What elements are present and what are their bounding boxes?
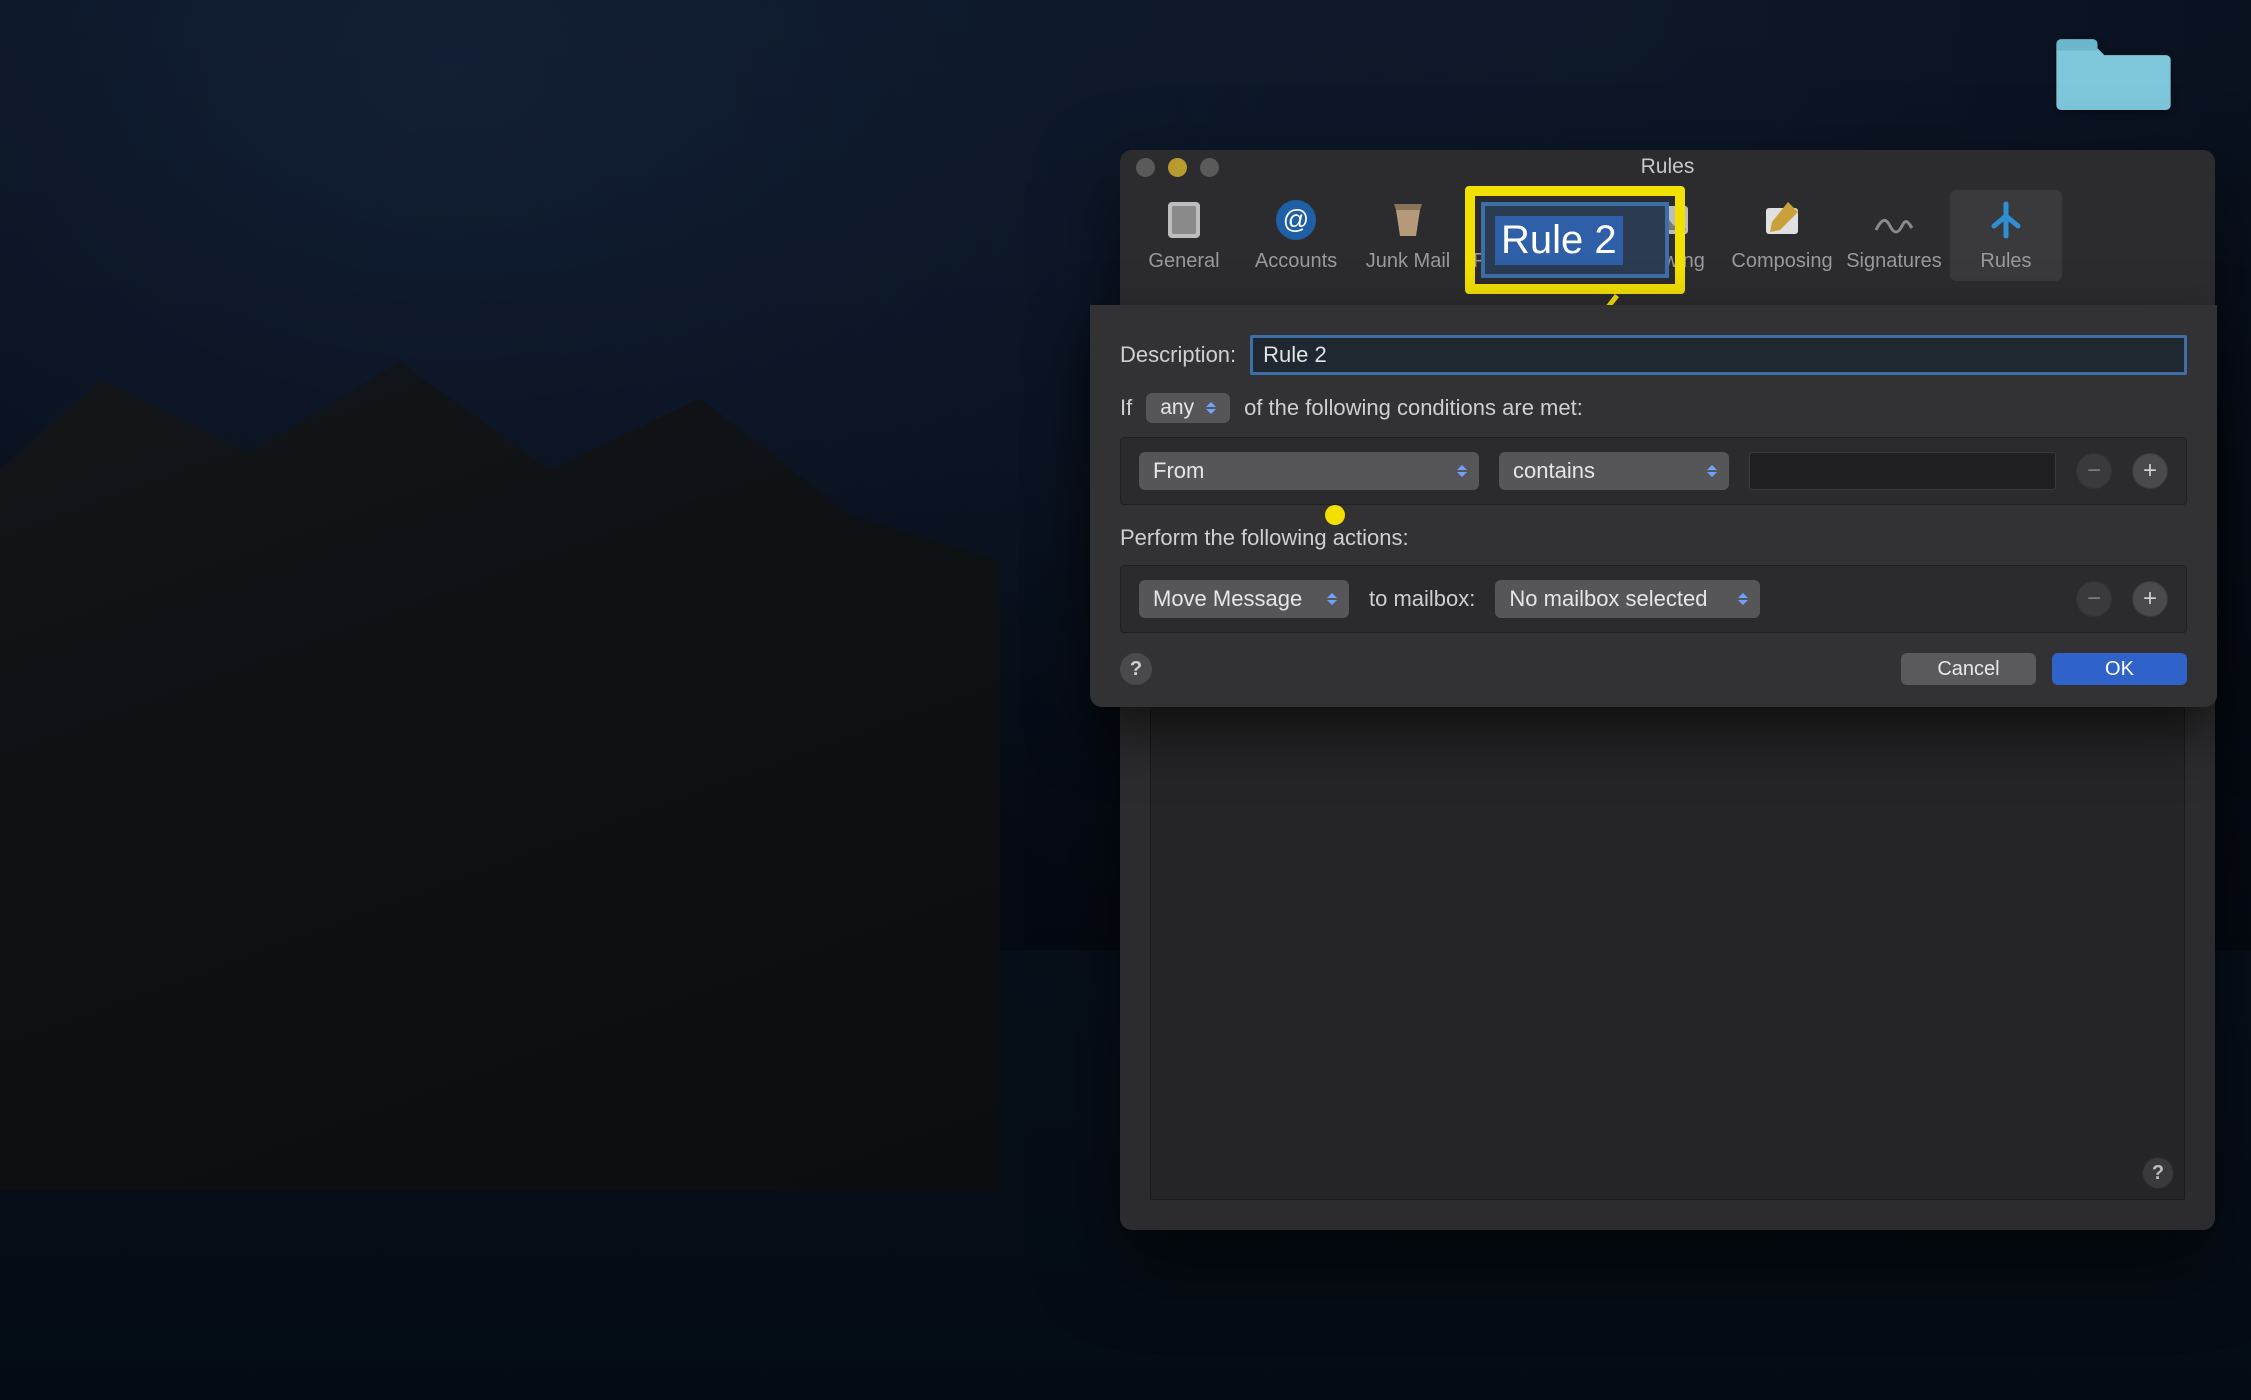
- tab-accounts[interactable]: @ Accounts: [1240, 190, 1352, 281]
- titlebar: Rules: [1120, 150, 2215, 184]
- chevron-updown-icon: [1703, 452, 1721, 490]
- mailbox-select[interactable]: No mailbox selected: [1495, 580, 1760, 618]
- mailbox-value: No mailbox selected: [1509, 586, 1734, 612]
- ok-button[interactable]: OK: [2052, 653, 2187, 685]
- cancel-label: Cancel: [1937, 658, 1999, 681]
- sheet-footer: ? Cancel OK: [1120, 653, 2187, 685]
- description-input[interactable]: [1250, 335, 2187, 375]
- quantifier-value: any: [1160, 396, 1194, 420]
- tab-label: Rules: [1980, 250, 2031, 273]
- action-row: Move Message to mailbox: No mailbox sele…: [1120, 565, 2187, 633]
- preferences-toolbar: General @ Accounts Junk Mail A Fonts & C…: [1120, 184, 2215, 282]
- remove-condition-button[interactable]: −: [2076, 453, 2112, 489]
- tab-rules[interactable]: Rules: [1950, 190, 2062, 281]
- condition-header-row: If any of the following conditions are m…: [1120, 393, 2187, 423]
- tab-label: Viewing: [1635, 250, 1705, 273]
- tab-label: Fonts & Colors: [1473, 250, 1605, 273]
- chevron-updown-icon: [1453, 452, 1471, 490]
- if-label: If: [1120, 395, 1132, 421]
- photo-icon: [1646, 196, 1694, 244]
- add-action-button[interactable]: +: [2132, 581, 2168, 617]
- description-row: Description:: [1120, 335, 2187, 375]
- window-title: Rules: [1120, 155, 2215, 179]
- condition-operator-select[interactable]: contains: [1499, 452, 1729, 490]
- tab-fonts-colors[interactable]: A Fonts & Colors: [1464, 190, 1614, 281]
- font-icon: A: [1515, 196, 1563, 244]
- desktop-folder-icon[interactable]: [2056, 30, 2171, 110]
- svg-text:@: @: [1283, 204, 1309, 234]
- trash-bag-icon: [1384, 196, 1432, 244]
- tab-label: Accounts: [1255, 250, 1337, 273]
- action-verb-value: Move Message: [1153, 586, 1323, 612]
- ok-label: OK: [2105, 658, 2134, 681]
- tab-junk-mail[interactable]: Junk Mail: [1352, 190, 1464, 281]
- chevron-updown-icon: [1323, 580, 1341, 618]
- to-mailbox-label: to mailbox:: [1369, 586, 1475, 612]
- if-suffix: of the following conditions are met:: [1244, 395, 1583, 421]
- add-condition-button[interactable]: +: [2132, 453, 2168, 489]
- condition-value-input[interactable]: [1749, 452, 2056, 490]
- condition-operator-value: contains: [1513, 458, 1703, 484]
- chevron-updown-icon: [1202, 393, 1220, 423]
- minimize-window-button[interactable]: [1168, 158, 1187, 177]
- tab-label: General: [1148, 250, 1219, 273]
- tab-general[interactable]: General: [1128, 190, 1240, 281]
- help-button[interactable]: ?: [2142, 1157, 2174, 1189]
- condition-field-value: From: [1153, 458, 1453, 484]
- pencil-note-icon: [1758, 196, 1806, 244]
- remove-action-button[interactable]: −: [2076, 581, 2112, 617]
- condition-field-select[interactable]: From: [1139, 452, 1479, 490]
- rule-editor-sheet: Description: If any of the following con…: [1090, 305, 2217, 707]
- description-label: Description:: [1120, 342, 1236, 368]
- cancel-button[interactable]: Cancel: [1901, 653, 2036, 685]
- svg-text:A: A: [1528, 204, 1550, 237]
- at-sign-icon: @: [1272, 196, 1320, 244]
- action-verb-select[interactable]: Move Message: [1139, 580, 1349, 618]
- tab-label: Composing: [1731, 250, 1832, 273]
- actions-label: Perform the following actions:: [1120, 525, 2187, 551]
- tab-viewing[interactable]: Viewing: [1614, 190, 1726, 281]
- annotation-endpoint-dot: [1325, 505, 1345, 525]
- mail-preferences-window: Rules General @ Accounts Junk Mail A Fon…: [1120, 150, 2215, 1230]
- condition-row: From contains − +: [1120, 437, 2187, 505]
- chevron-updown-icon: [1734, 580, 1752, 618]
- tab-signatures[interactable]: Signatures: [1838, 190, 1950, 281]
- sheet-help-button[interactable]: ?: [1120, 653, 1152, 685]
- close-window-button[interactable]: [1136, 158, 1155, 177]
- signature-icon: [1870, 196, 1918, 244]
- quantifier-select[interactable]: any: [1146, 393, 1230, 423]
- window-controls: [1136, 158, 1219, 177]
- tab-composing[interactable]: Composing: [1726, 190, 1838, 281]
- tab-label: Signatures: [1846, 250, 1942, 273]
- switches-icon: [1160, 196, 1208, 244]
- zoom-window-button[interactable]: [1200, 158, 1219, 177]
- rules-arrows-icon: [1982, 196, 2030, 244]
- tab-label: Junk Mail: [1366, 250, 1450, 273]
